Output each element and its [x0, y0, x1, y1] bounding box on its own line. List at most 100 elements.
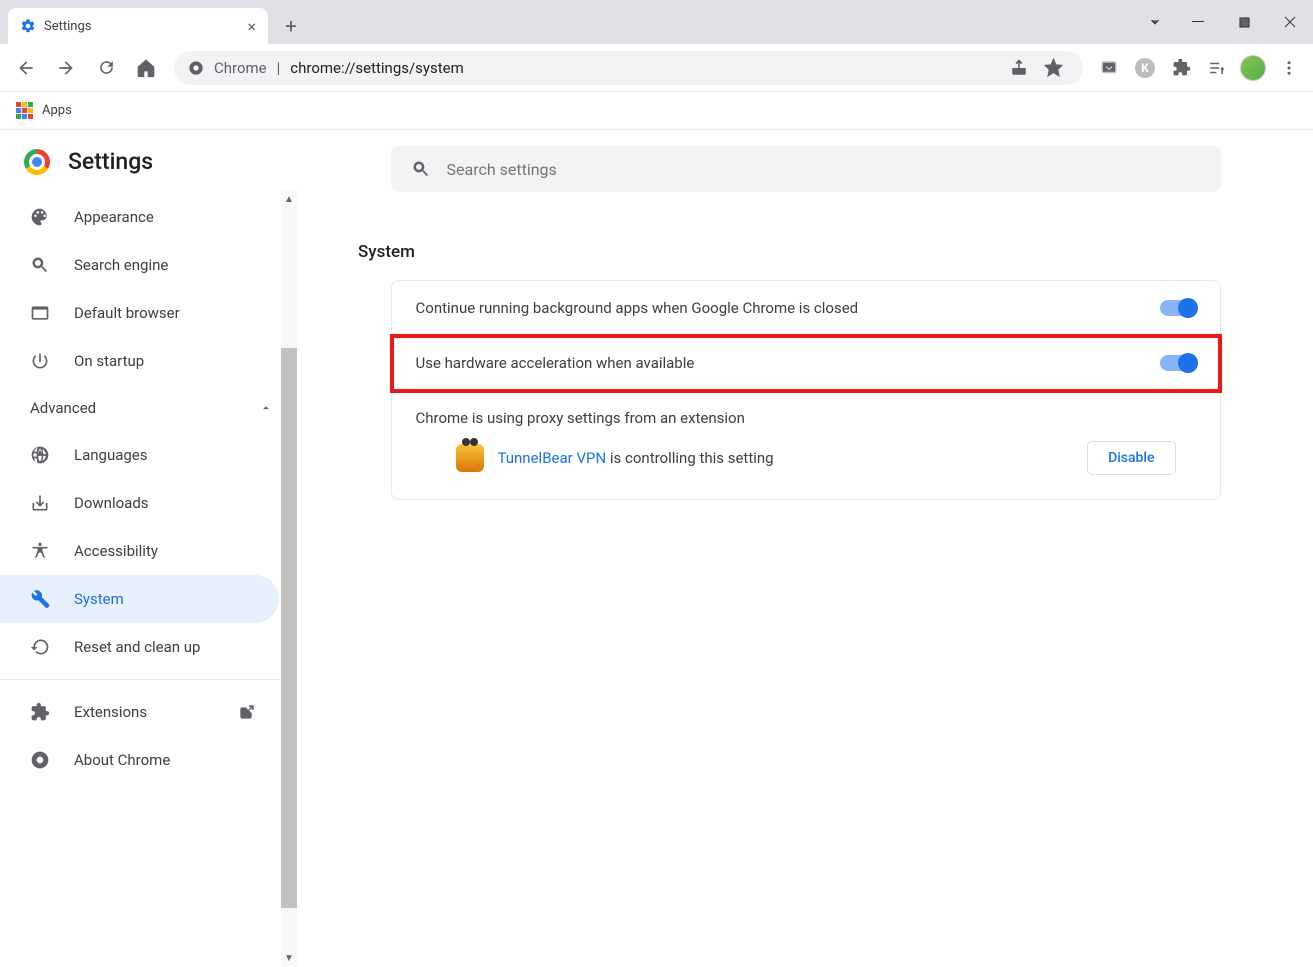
- palette-icon: [30, 207, 50, 227]
- system-card: Continue running background apps when Go…: [391, 280, 1221, 500]
- tunnelbear-icon: [456, 444, 484, 472]
- toolbar: Chrome | chrome://settings/system K: [0, 44, 1313, 92]
- scroll-up-arrow[interactable]: ▲: [281, 190, 297, 208]
- puzzle-icon: [30, 702, 50, 722]
- sidebar-item-label: On startup: [74, 352, 144, 370]
- chrome-icon: [30, 750, 50, 770]
- content-area: Settings Appearance Search engine Defaul…: [0, 130, 1313, 967]
- row-background-apps: Continue running background apps when Go…: [392, 281, 1220, 336]
- extension-name-link[interactable]: TunnelBear VPN: [498, 449, 607, 467]
- apps-grid-icon[interactable]: [16, 102, 34, 120]
- search-input[interactable]: [447, 160, 1201, 179]
- sidebar-item-label: Search engine: [74, 256, 168, 274]
- settings-heading: Settings: [68, 148, 153, 175]
- toggle-background-apps[interactable]: [1160, 300, 1196, 316]
- sidebar-item-label: Reset and clean up: [74, 638, 200, 656]
- chrome-page-icon: [188, 60, 204, 76]
- back-button[interactable]: [8, 50, 44, 86]
- address-url: chrome://settings/system: [290, 59, 463, 77]
- row-label: Continue running background apps when Go…: [416, 299, 859, 317]
- settings-sidebar: Settings Appearance Search engine Defaul…: [0, 130, 298, 967]
- advanced-label: Advanced: [30, 399, 96, 417]
- sidebar-item-on-startup[interactable]: On startup: [0, 337, 279, 385]
- restore-icon: [30, 637, 50, 657]
- sidebar-item-downloads[interactable]: Downloads: [0, 479, 279, 527]
- browser-tab[interactable]: Settings ×: [8, 8, 268, 44]
- address-bar[interactable]: Chrome | chrome://settings/system: [174, 51, 1083, 85]
- toggle-hardware-accel[interactable]: [1160, 355, 1196, 371]
- close-window-button[interactable]: [1267, 0, 1313, 44]
- sidebar-item-appearance[interactable]: Appearance: [0, 193, 279, 241]
- bookmark-star-icon[interactable]: [1037, 52, 1069, 84]
- share-icon[interactable]: [1003, 52, 1035, 84]
- browser-icon: [30, 303, 50, 323]
- chevron-down-icon[interactable]: [1135, 0, 1175, 44]
- maximize-button[interactable]: [1221, 0, 1267, 44]
- sidebar-item-reset[interactable]: Reset and clean up: [0, 623, 279, 671]
- row-label: Use hardware acceleration when available: [416, 354, 695, 372]
- sidebar-item-default-browser[interactable]: Default browser: [0, 289, 279, 337]
- new-tab-button[interactable]: +: [276, 11, 306, 41]
- accessibility-icon: [30, 541, 50, 561]
- row-hardware-accel: Use hardware acceleration when available: [392, 336, 1220, 391]
- sidebar-item-label: About Chrome: [74, 751, 170, 769]
- sidebar-item-search-engine[interactable]: Search engine: [0, 241, 279, 289]
- search-settings-box[interactable]: [391, 146, 1221, 192]
- disable-button[interactable]: Disable: [1087, 441, 1175, 475]
- minimize-button[interactable]: [1175, 0, 1221, 44]
- address-scheme: Chrome: [214, 59, 267, 77]
- sidebar-item-accessibility[interactable]: Accessibility: [0, 527, 279, 575]
- search-icon: [411, 159, 431, 179]
- sidebar-item-about[interactable]: About Chrome: [0, 736, 279, 784]
- reload-button[interactable]: [88, 50, 124, 86]
- scroll-down-arrow[interactable]: ▼: [281, 949, 297, 967]
- row-label: Chrome is using proxy settings from an e…: [416, 409, 1196, 427]
- sidebar-item-label: Languages: [74, 446, 148, 464]
- sidebar-divider: [0, 679, 297, 680]
- sidebar-scrollbar[interactable]: ▲ ▼: [281, 190, 297, 967]
- bookmarks-bar: Apps: [0, 92, 1313, 130]
- row-proxy: Chrome is using proxy settings from an e…: [392, 391, 1220, 499]
- proxy-extension-row: TunnelBear VPN is controlling this setti…: [416, 441, 1196, 481]
- settings-main: System Continue running background apps …: [298, 130, 1313, 967]
- tab-title: Settings: [44, 19, 91, 34]
- search-icon: [30, 255, 50, 275]
- sidebar-item-label: System: [74, 590, 124, 608]
- sidebar-item-languages[interactable]: Languages: [0, 431, 279, 479]
- pocket-icon[interactable]: [1093, 52, 1125, 84]
- scrollbar-thumb[interactable]: [281, 348, 297, 908]
- reading-list-icon[interactable]: [1201, 52, 1233, 84]
- gear-icon: [20, 18, 36, 34]
- extension-tail-text: is controlling this setting: [606, 449, 773, 467]
- home-button[interactable]: [128, 50, 164, 86]
- sidebar-title: Settings: [0, 130, 297, 193]
- address-actions: [1003, 52, 1069, 84]
- power-icon: [30, 351, 50, 371]
- sidebar-item-extensions[interactable]: Extensions: [0, 688, 279, 736]
- extension-k-icon[interactable]: K: [1129, 52, 1161, 84]
- address-divider: |: [277, 59, 281, 77]
- chevron-up-icon: [259, 401, 273, 415]
- window-controls: [1135, 0, 1313, 44]
- chrome-menu-icon[interactable]: [1273, 52, 1305, 84]
- close-tab-icon[interactable]: ×: [247, 17, 256, 36]
- profile-avatar[interactable]: [1237, 52, 1269, 84]
- sidebar-item-label: Downloads: [74, 494, 149, 512]
- external-link-icon: [239, 704, 255, 720]
- wrench-icon: [30, 589, 50, 609]
- sidebar-item-label: Default browser: [74, 304, 180, 322]
- extensions-puzzle-icon[interactable]: [1165, 52, 1197, 84]
- apps-label[interactable]: Apps: [42, 103, 72, 118]
- globe-icon: [30, 445, 50, 465]
- tab-strip: Settings × +: [0, 0, 1313, 44]
- chrome-logo-icon: [24, 149, 50, 175]
- sidebar-section-advanced[interactable]: Advanced: [0, 385, 297, 431]
- sidebar-item-label: Appearance: [74, 208, 154, 226]
- sidebar-item-label: Accessibility: [74, 542, 158, 560]
- download-icon: [30, 493, 50, 513]
- sidebar-scroll[interactable]: Appearance Search engine Default browser…: [0, 193, 297, 967]
- sidebar-item-system[interactable]: System: [0, 575, 279, 623]
- forward-button[interactable]: [48, 50, 84, 86]
- section-title: System: [358, 242, 1188, 262]
- sidebar-item-label: Extensions: [74, 703, 147, 721]
